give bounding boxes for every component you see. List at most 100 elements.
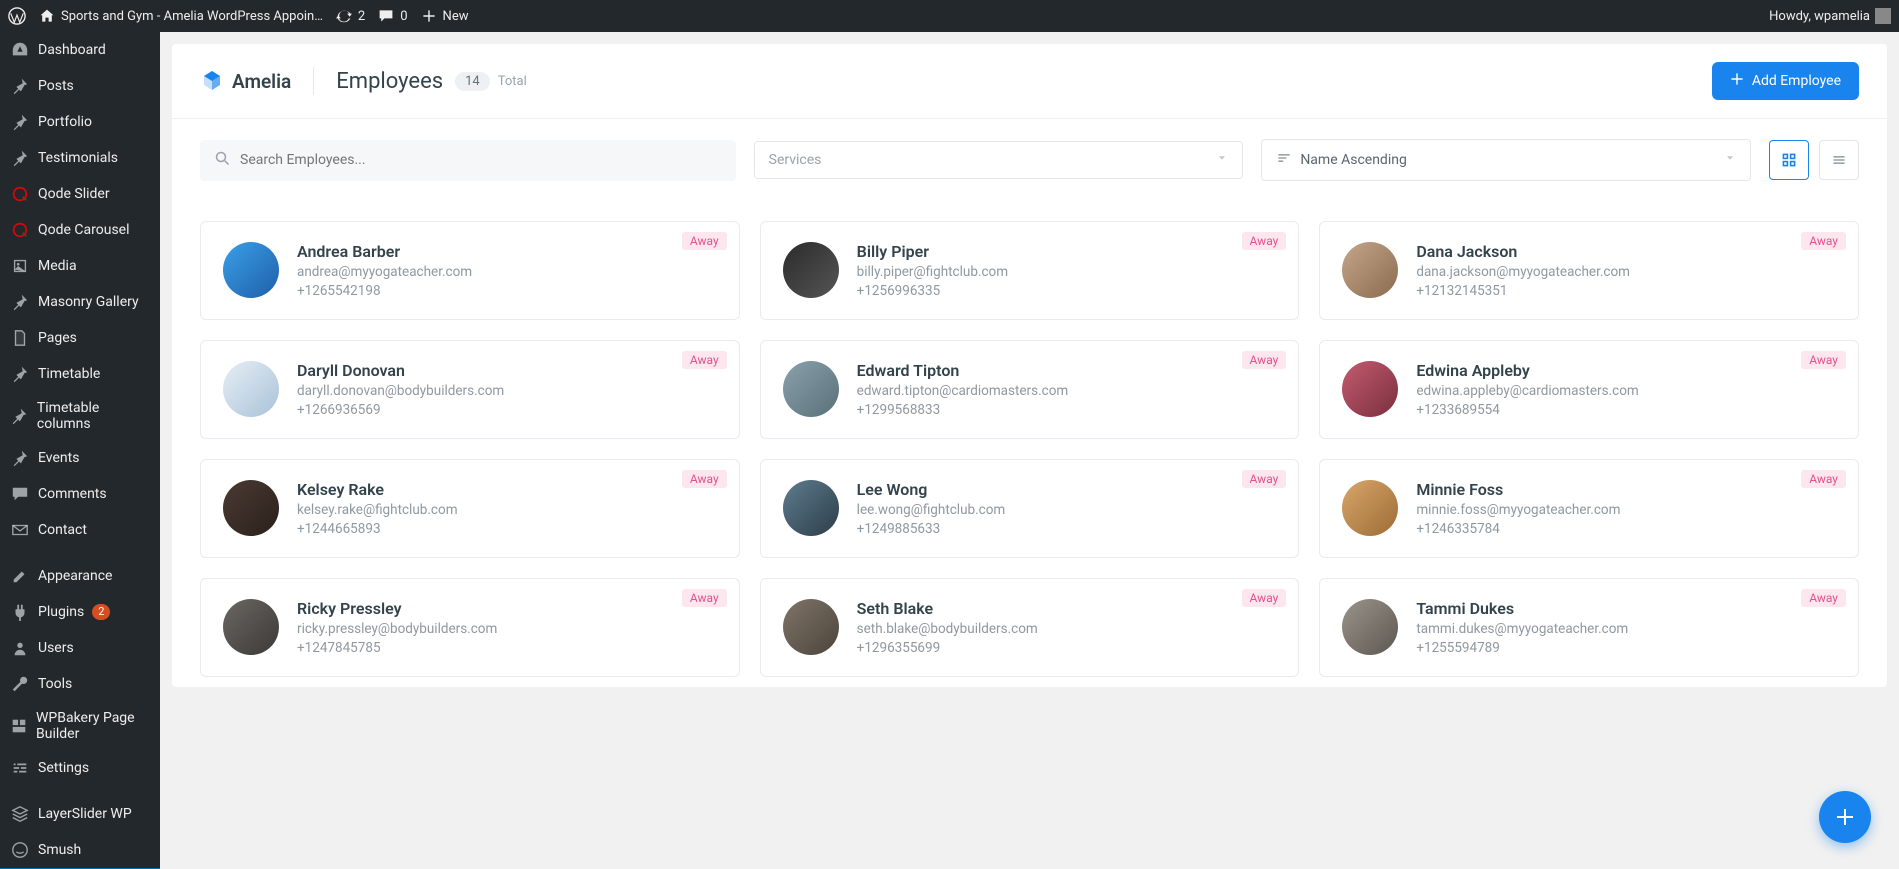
updates-link[interactable]: 2 xyxy=(335,7,365,25)
howdy-text: Howdy, wpamelia xyxy=(1769,9,1870,24)
sidebar-item-media[interactable]: Media xyxy=(0,248,160,284)
employee-email: lee.wong@fightclub.com xyxy=(857,502,1006,518)
tools-icon xyxy=(10,674,30,694)
sidebar-item-masonry-gallery[interactable]: Masonry Gallery xyxy=(0,284,160,320)
layers-icon xyxy=(10,804,30,824)
employee-phone: +1247845785 xyxy=(297,640,497,656)
brand-name: Amelia xyxy=(232,70,291,93)
pin-icon xyxy=(10,292,30,312)
avatar xyxy=(1342,242,1398,298)
sidebar-item-label: Tools xyxy=(38,676,72,692)
search-icon xyxy=(215,151,230,170)
fab-add-button[interactable] xyxy=(1819,791,1871,843)
employee-name: Edwina Appleby xyxy=(1416,361,1638,380)
amelia-header: Amelia Employees 14 Total Add Employee xyxy=(172,44,1887,119)
sidebar-item-label: Portfolio xyxy=(38,114,92,130)
wpb-icon xyxy=(10,716,28,736)
avatar xyxy=(223,361,279,417)
employee-card[interactable]: AwaySeth Blakeseth.blake@bodybuilders.co… xyxy=(760,578,1300,677)
avatar xyxy=(223,480,279,536)
comments-link[interactable]: 0 xyxy=(377,7,407,25)
employee-email: seth.blake@bodybuilders.com xyxy=(857,621,1038,637)
sidebar-item-layerslider-wp[interactable]: LayerSlider WP xyxy=(0,796,160,832)
status-badge: Away xyxy=(1242,589,1287,607)
status-badge: Away xyxy=(682,232,727,250)
employee-card[interactable]: AwayTammi Dukestammi.dukes@myyogateacher… xyxy=(1319,578,1859,677)
employee-card[interactable]: AwayMinnie Fossminnie.foss@myyogateacher… xyxy=(1319,459,1859,558)
chevron-down-icon xyxy=(1724,152,1736,168)
sidebar-item-wpbakery-page-builder[interactable]: WPBakery Page Builder xyxy=(0,702,160,750)
wp-admin-bar: Sports and Gym - Amelia WordPress Appoin… xyxy=(0,0,1899,32)
smush-icon xyxy=(10,840,30,860)
employee-card[interactable]: AwayRicky Pressleyricky.pressley@bodybui… xyxy=(200,578,740,677)
search-employees[interactable] xyxy=(200,140,736,181)
wp-admin-sidebar: DashboardPosts Portfolio Testimonials Qode … xyxy=(0,32,160,869)
amelia-logo-icon xyxy=(200,69,224,93)
settings-icon xyxy=(10,758,30,778)
sidebar-item-label: Testimonials xyxy=(38,150,118,166)
employee-card[interactable]: AwayBilly Piperbilly.piper@fightclub.com… xyxy=(760,221,1300,320)
media-icon xyxy=(10,256,30,276)
status-badge: Away xyxy=(1242,470,1287,488)
dash-icon xyxy=(10,40,30,60)
list-view-button[interactable] xyxy=(1819,140,1859,180)
new-content-link[interactable]: New xyxy=(420,7,469,25)
add-employee-button[interactable]: Add Employee xyxy=(1712,62,1859,100)
sidebar-item-testimonials[interactable]: Testimonials xyxy=(0,140,160,176)
employee-card[interactable]: AwayAndrea Barberandrea@myyogateacher.co… xyxy=(200,221,740,320)
sidebar-item-settings[interactable]: Settings xyxy=(0,750,160,786)
avatar xyxy=(223,242,279,298)
employee-card[interactable]: AwayKelsey Rakekelsey.rake@fightclub.com… xyxy=(200,459,740,558)
sidebar-item-qode-slider[interactable]: Qode Slider xyxy=(0,176,160,212)
sort-select[interactable]: Name Ascending xyxy=(1261,139,1751,181)
sidebar-item-tools[interactable]: Tools xyxy=(0,666,160,702)
avatar xyxy=(1342,599,1398,655)
employee-card[interactable]: AwayLee Wonglee.wong@fightclub.com+12498… xyxy=(760,459,1300,558)
sidebar-item-users[interactable]: Users xyxy=(0,630,160,666)
employee-email: minnie.foss@myyogateacher.com xyxy=(1416,502,1620,518)
filters-row: Services Name Ascending xyxy=(172,119,1887,189)
employee-email: andrea@myyogateacher.com xyxy=(297,264,472,280)
sidebar-item-pages[interactable]: Pages xyxy=(0,320,160,356)
sidebar-item-qode-carousel[interactable]: Qode Carousel xyxy=(0,212,160,248)
comments-count: 0 xyxy=(400,9,407,24)
site-name-link[interactable]: Sports and Gym - Amelia WordPress Appoin… xyxy=(38,7,323,25)
employee-phone: +1233689554 xyxy=(1416,402,1638,418)
sidebar-item-portfolio[interactable]: Portfolio xyxy=(0,104,160,140)
services-filter[interactable]: Services xyxy=(754,141,1244,179)
employee-card[interactable]: AwayEdwina Applebyedwina.appleby@cardiom… xyxy=(1319,340,1859,439)
sidebar-item-plugins[interactable]: Plugins2 xyxy=(0,594,160,630)
sidebar-item-timetable-columns[interactable]: Timetable columns xyxy=(0,392,160,440)
sidebar-item-appearance[interactable]: Appearance xyxy=(0,558,160,594)
sidebar-item-events[interactable]: Events xyxy=(0,440,160,476)
employee-name: Lee Wong xyxy=(857,480,1006,499)
employee-card[interactable]: AwayDaryll Donovandaryll.donovan@bodybui… xyxy=(200,340,740,439)
wp-logo[interactable] xyxy=(8,7,26,25)
employee-name: Kelsey Rake xyxy=(297,480,458,499)
sidebar-item-smush[interactable]: Smush xyxy=(0,832,160,868)
pin-icon xyxy=(10,448,30,468)
account-link[interactable]: Howdy, wpamelia xyxy=(1769,8,1891,24)
grid-view-button[interactable] xyxy=(1769,140,1809,180)
services-placeholder: Services xyxy=(769,152,822,168)
sidebar-item-posts[interactable]: Posts xyxy=(0,68,160,104)
sidebar-item-label: Qode Carousel xyxy=(38,222,130,238)
employee-email: ricky.pressley@bodybuilders.com xyxy=(297,621,497,637)
pin-icon xyxy=(10,76,30,96)
sidebar-item-timetable[interactable]: Timetable xyxy=(0,356,160,392)
sidebar-item-label: Qode Slider xyxy=(38,186,110,202)
total-label: Total xyxy=(498,74,527,89)
employee-card[interactable]: AwayDana Jacksondana.jackson@myyogateach… xyxy=(1319,221,1859,320)
employee-phone: +1256996335 xyxy=(857,283,1008,299)
sidebar-item-dashboard[interactable]: Dashboard xyxy=(0,32,160,68)
appearance-icon xyxy=(10,566,30,586)
plugin-icon xyxy=(10,602,30,622)
sidebar-item-contact[interactable]: Contact xyxy=(0,512,160,548)
mail-icon xyxy=(10,520,30,540)
sort-value: Name Ascending xyxy=(1300,152,1407,168)
update-badge: 2 xyxy=(92,604,110,620)
employee-card[interactable]: AwayEdward Tiptonedward.tipton@cardiomas… xyxy=(760,340,1300,439)
sidebar-item-comments[interactable]: Comments xyxy=(0,476,160,512)
search-input[interactable] xyxy=(240,152,721,168)
sidebar-item-label: Events xyxy=(38,450,79,466)
